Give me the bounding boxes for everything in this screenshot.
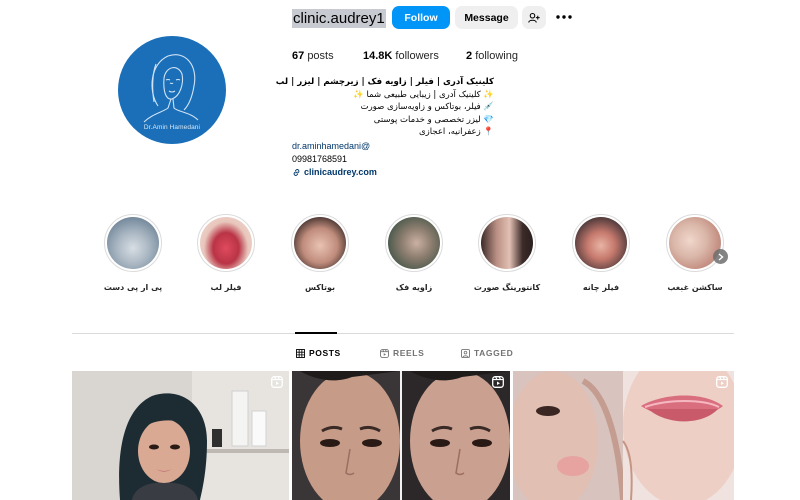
more-options-button[interactable] bbox=[555, 8, 573, 26]
following-count-label: following bbox=[475, 50, 518, 62]
highlight-thumbnail bbox=[669, 217, 721, 269]
highlight-thumbnail bbox=[107, 217, 159, 269]
highlight-prp-hand[interactable] bbox=[104, 214, 162, 272]
bio-website-link[interactable]: clinicaudrey.com bbox=[292, 167, 377, 177]
following-link[interactable]: 2 following bbox=[466, 50, 518, 62]
highlight-thumbnail bbox=[481, 217, 533, 269]
post-thumbnail[interactable] bbox=[72, 371, 289, 500]
bio-email[interactable]: dr.aminhamedani@ bbox=[292, 141, 370, 151]
follow-button[interactable]: Follow bbox=[392, 6, 450, 29]
highlight-thumbnail bbox=[575, 217, 627, 269]
reels-icon bbox=[380, 348, 389, 358]
highlight-thumbnail bbox=[200, 217, 252, 269]
highlight-label: زاویه فک bbox=[395, 283, 433, 292]
highlight-label: پی ار پی دست bbox=[103, 283, 163, 292]
bio-name: کلینیک آدری | فیلر | زاویه فک | زیرچشم |… bbox=[275, 77, 494, 87]
highlight-label: فیلر چانه bbox=[582, 283, 620, 292]
link-icon bbox=[293, 168, 300, 176]
tab-tagged-label: TAGGED bbox=[474, 348, 514, 358]
bio-line: 📍 زعفرانیه، اعجازی bbox=[418, 127, 494, 137]
highlight-botox[interactable] bbox=[291, 214, 349, 272]
suggest-user-button[interactable] bbox=[522, 6, 546, 29]
posts-count-value: 67 bbox=[292, 50, 305, 62]
following-count-value: 2 bbox=[466, 50, 473, 62]
message-button[interactable]: Message bbox=[455, 6, 518, 29]
highlight-jowl-suction[interactable] bbox=[666, 214, 724, 272]
profile-avatar[interactable]: Dr.Amin Hamedani bbox=[118, 36, 226, 144]
more-dots-icon bbox=[556, 15, 572, 19]
tagged-icon bbox=[461, 348, 470, 358]
highlight-label: فیلر لب bbox=[210, 283, 242, 292]
bio-phone: 09981768591 bbox=[292, 154, 348, 164]
highlight-thumbnail bbox=[294, 217, 346, 269]
tab-reels[interactable]: REELS bbox=[380, 348, 424, 358]
highlight-label: کانتورینگ صورت bbox=[473, 283, 541, 292]
profile-username: clinic.audrey1 bbox=[292, 9, 386, 28]
bio-line: ✨ کلینیک آدری | زیبایی طبیعی شما ✨ bbox=[353, 89, 494, 100]
followers-link[interactable]: 14.8K followers bbox=[363, 50, 439, 62]
active-tab-indicator bbox=[295, 332, 337, 334]
highlight-lip-filler[interactable] bbox=[197, 214, 255, 272]
tab-posts[interactable]: POSTS bbox=[296, 348, 341, 358]
highlight-thumbnail bbox=[388, 217, 440, 269]
post-image bbox=[72, 371, 289, 500]
highlights-next-button[interactable] bbox=[713, 249, 728, 264]
add-person-icon bbox=[528, 12, 540, 23]
bio-website-text: clinicaudrey.com bbox=[304, 167, 377, 177]
tab-tagged[interactable]: TAGGED bbox=[461, 348, 513, 358]
tab-reels-label: REELS bbox=[393, 348, 425, 358]
bio-line: 💎 لیزر تخصصی و خدمات پوستی bbox=[373, 114, 494, 125]
profile-bio: کلینیک آدری | فیلر | زاویه فک | زیرچشم |… bbox=[275, 76, 494, 139]
highlight-label: بوتاکس bbox=[305, 283, 335, 292]
post-image bbox=[513, 371, 734, 500]
highlight-jawline[interactable] bbox=[385, 214, 443, 272]
highlight-face-contouring[interactable] bbox=[478, 214, 536, 272]
post-image bbox=[292, 371, 510, 500]
post-thumbnail[interactable] bbox=[292, 371, 510, 500]
highlight-chin-filler[interactable] bbox=[572, 214, 630, 272]
avatar-caption: Dr.Amin Hamedani bbox=[143, 124, 201, 131]
chevron-right-icon bbox=[718, 252, 724, 261]
tab-posts-label: POSTS bbox=[309, 348, 341, 358]
followers-count-label: followers bbox=[395, 50, 439, 62]
posts-count-label: posts bbox=[307, 50, 334, 62]
post-thumbnail[interactable] bbox=[513, 371, 734, 500]
reel-badge-icon bbox=[271, 376, 283, 388]
reel-badge-icon bbox=[492, 376, 504, 388]
followers-count-value: 14.8K bbox=[363, 50, 393, 62]
tabs-divider bbox=[72, 333, 734, 334]
highlight-label: ساکشن غبغب bbox=[667, 283, 723, 292]
bio-line: 💉 فیلر، بوتاکس و زاویه‌سازی صورت bbox=[360, 102, 494, 112]
reel-badge-icon bbox=[716, 376, 728, 388]
grid-icon bbox=[296, 348, 305, 358]
posts-count: 67 posts bbox=[292, 50, 334, 62]
